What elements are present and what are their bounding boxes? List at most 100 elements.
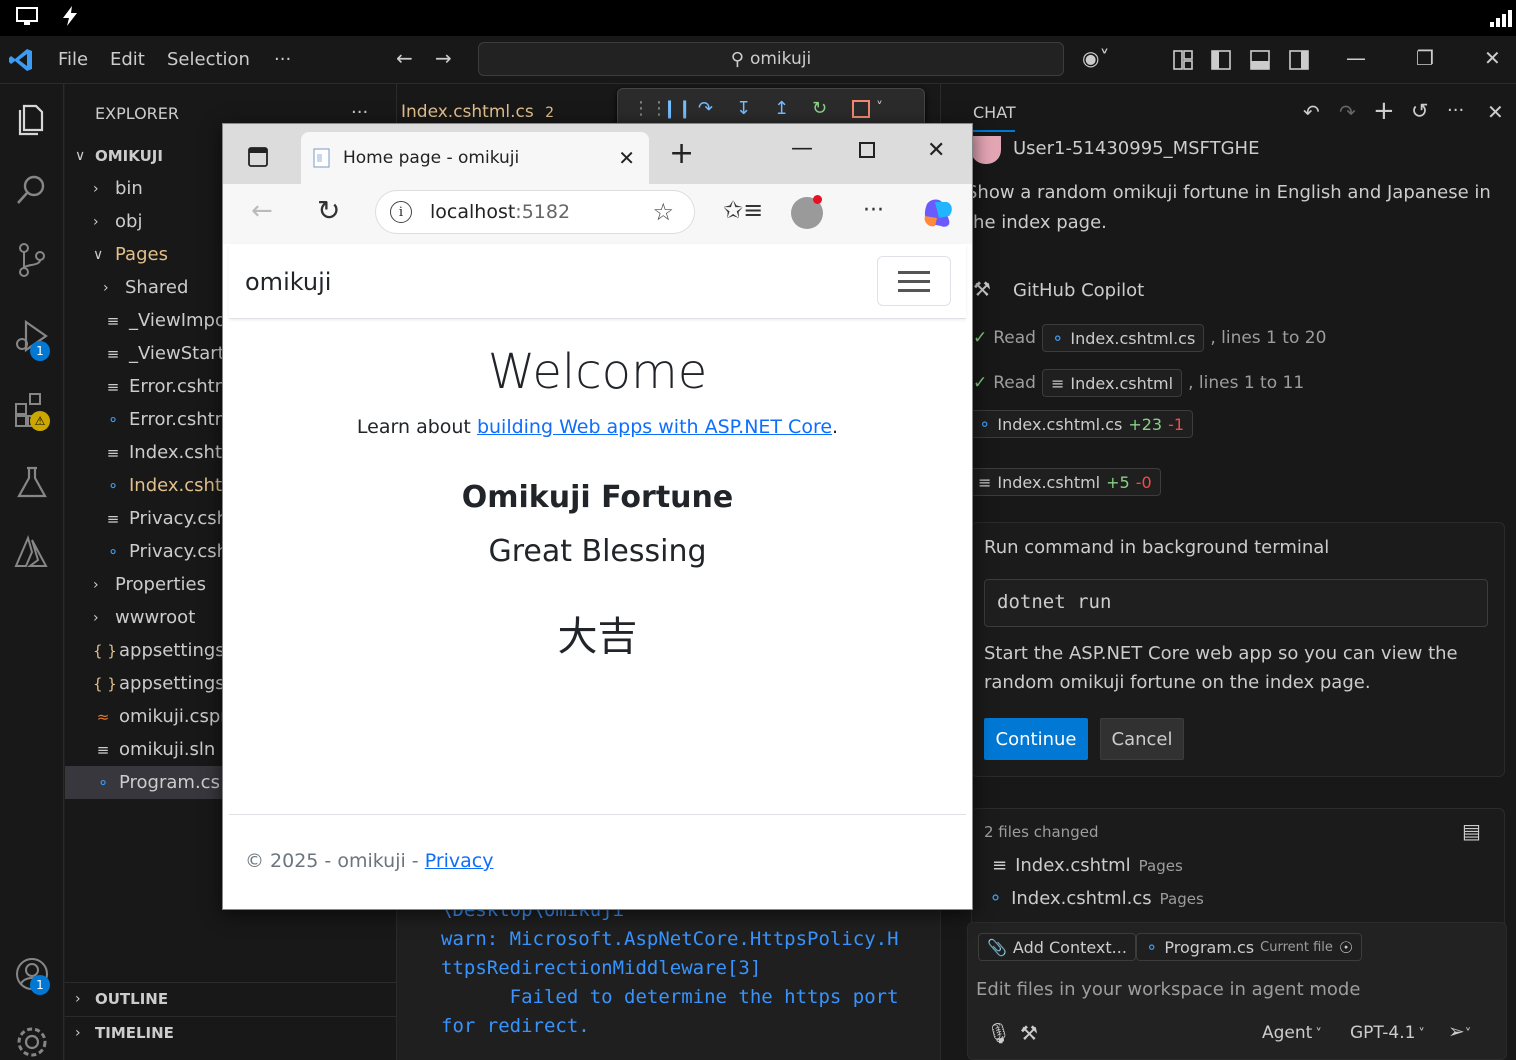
close-chat-icon[interactable]: ✕ — [1487, 100, 1504, 124]
navbar-brand[interactable]: omikuji — [245, 268, 331, 296]
terminal-line: ttpsRedirectionMiddleware[3] — [441, 957, 762, 979]
back-arrow-icon[interactable]: ← — [251, 196, 273, 226]
tab-actions-icon[interactable] — [247, 146, 269, 168]
browser-tab[interactable]: Home page - omikuji ✕ — [301, 132, 649, 184]
monitor-icon[interactable] — [16, 7, 38, 27]
chevron-right-icon: › — [93, 213, 99, 230]
restart-icon[interactable]: ↻ — [812, 98, 827, 119]
tree-item-label: Properties — [115, 574, 206, 595]
step-into-icon[interactable]: ↧ — [736, 98, 751, 119]
terminal-line: warn: Microsoft.AspNetCore.HttpsPolicy.H — [441, 928, 899, 950]
favorites-icon[interactable]: ✩≡ — [723, 196, 763, 224]
razor-file-icon: ≡ — [1050, 373, 1065, 393]
toggle-panel-icon[interactable] — [1249, 49, 1271, 71]
bolt-icon[interactable] — [60, 5, 80, 27]
search-icon[interactable] — [12, 170, 52, 210]
fortune-japanese: 大吉 — [557, 614, 638, 660]
explorer-icon[interactable] — [12, 100, 52, 140]
edit-file-label: Index.cshtml — [997, 472, 1101, 492]
changed-file-item[interactable]: ≡ Index.cshtml Pages — [992, 855, 1183, 876]
mode-picker[interactable]: Agent ˅ — [1262, 1023, 1322, 1043]
step-over-icon[interactable]: ↷ — [698, 98, 713, 119]
source-control-icon[interactable] — [12, 240, 52, 280]
chat-input-placeholder[interactable]: Edit files in your workspace in agent mo… — [976, 979, 1360, 1000]
favorite-star-icon[interactable]: ☆ — [652, 198, 674, 226]
testing-icon[interactable] — [12, 462, 52, 502]
run-command-title: Run command in background terminal — [984, 537, 1330, 558]
menu-edit[interactable]: Edit — [110, 49, 145, 70]
microphone-icon[interactable]: 🎙 — [986, 1021, 1011, 1045]
page-favicon-icon — [313, 148, 330, 168]
forward-arrow-icon[interactable]: → — [435, 46, 452, 70]
new-tab-icon[interactable]: + — [669, 136, 694, 171]
toggle-secondary-sidebar-icon[interactable] — [1288, 49, 1310, 71]
menu-file[interactable]: File — [58, 49, 88, 70]
history-icon[interactable]: ↺ — [1411, 99, 1429, 123]
tools-icon[interactable]: ⚒ — [1020, 1021, 1038, 1045]
eye-icon[interactable]: ☉ — [1339, 938, 1353, 957]
site-info-icon[interactable]: i — [390, 201, 412, 223]
edit-chip[interactable]: ⚬ Index.cshtml.cs +23 -1 — [969, 410, 1194, 438]
restore-icon[interactable]: ❐ — [1416, 46, 1434, 70]
review-changes-icon[interactable]: ▤ — [1462, 819, 1481, 843]
lines-removed: -1 — [1168, 414, 1185, 434]
minimize-icon[interactable]: — — [791, 136, 813, 161]
aspnet-docs-link[interactable]: building Web apps with ASP.NET Core — [477, 416, 832, 438]
copilot-icon[interactable]: ◉˅ — [1082, 46, 1109, 70]
redo-icon[interactable]: ↷ — [1339, 100, 1356, 124]
file-chip[interactable]: ≡ Index.cshtml — [1041, 369, 1183, 397]
edit-file-label: Index.cshtml.cs — [997, 414, 1123, 434]
changed-file-item[interactable]: ⚬ Index.cshtml.cs Pages — [988, 888, 1204, 909]
explorer-more-button[interactable]: ··· — [351, 102, 368, 123]
chevron-down-icon[interactable]: ˅ — [876, 100, 883, 116]
close-icon[interactable]: ✕ — [1484, 46, 1501, 70]
close-icon[interactable]: ✕ — [927, 138, 945, 163]
refresh-icon[interactable]: ↻ — [317, 194, 340, 227]
chevron-right-icon: › — [93, 576, 99, 593]
settings-more-icon[interactable]: ··· — [863, 198, 884, 223]
chat-prompt: the index page. — [966, 212, 1107, 233]
maximize-icon[interactable] — [859, 142, 875, 158]
timeline-section[interactable]: › TIMELINE — [65, 1016, 397, 1049]
continue-button[interactable]: Continue — [984, 718, 1088, 760]
toggle-sidebar-icon[interactable] — [1210, 49, 1232, 71]
minimize-icon[interactable]: — — [1346, 46, 1366, 70]
check-icon: ✓ — [973, 373, 988, 393]
stop-icon[interactable] — [852, 100, 870, 118]
menu-more[interactable]: ··· — [274, 49, 291, 70]
privacy-link[interactable]: Privacy — [425, 850, 494, 872]
razor-file-icon: ≡ — [992, 855, 1008, 876]
navbar-toggler[interactable] — [877, 256, 951, 306]
file-chip[interactable]: ⚬ Index.cshtml.cs — [1041, 324, 1205, 352]
changed-file-name: Index.cshtml — [1015, 855, 1131, 876]
outline-section[interactable]: › OUTLINE — [65, 982, 397, 1015]
tree-item-label: obj — [115, 211, 143, 232]
terminal-output[interactable]: \Desktop\omikuji warn: Microsoft.AspNetC… — [397, 896, 940, 1060]
close-tab-icon[interactable]: ✕ — [618, 146, 635, 170]
razor-file-icon: ≡ — [978, 472, 992, 492]
tree-item-label: omikuji.cspr — [119, 706, 228, 727]
profile-avatar[interactable] — [791, 195, 823, 229]
address-bar[interactable]: i localhost:5182 ☆ — [375, 190, 695, 234]
model-picker[interactable]: GPT-4.1 ˅ — [1350, 1023, 1425, 1043]
azure-icon[interactable] — [12, 532, 52, 572]
cancel-button[interactable]: Cancel — [1100, 718, 1184, 760]
customize-layout-icon[interactable] — [1172, 49, 1194, 71]
add-context-button[interactable]: 📎 Add Context... — [978, 933, 1136, 961]
pause-icon[interactable]: ❙❙ — [662, 98, 692, 119]
chat-more-icon[interactable]: ··· — [1447, 100, 1464, 121]
edit-chip[interactable]: ≡ Index.cshtml +5 -0 — [969, 468, 1161, 496]
current-file-chip[interactable]: ⚬ Program.cs Current file ☉ — [1136, 933, 1363, 961]
send-button[interactable]: ➢˅ — [1448, 1019, 1471, 1043]
command-center-search[interactable]: ⚲ omikuji — [478, 42, 1064, 76]
step-out-icon[interactable]: ↥ — [774, 98, 789, 119]
gear-icon[interactable] — [12, 1022, 52, 1060]
copilot-logo-icon[interactable] — [921, 196, 955, 230]
command-box[interactable]: dotnet run — [984, 579, 1488, 627]
undo-icon[interactable]: ↶ — [1303, 100, 1320, 124]
new-chat-icon[interactable]: + — [1373, 96, 1395, 126]
csharp-file-icon: ⚬ — [106, 410, 120, 429]
search-icon: ⚲ — [730, 48, 744, 70]
back-arrow-icon[interactable]: ← — [396, 46, 413, 70]
menu-selection[interactable]: Selection — [167, 49, 250, 70]
